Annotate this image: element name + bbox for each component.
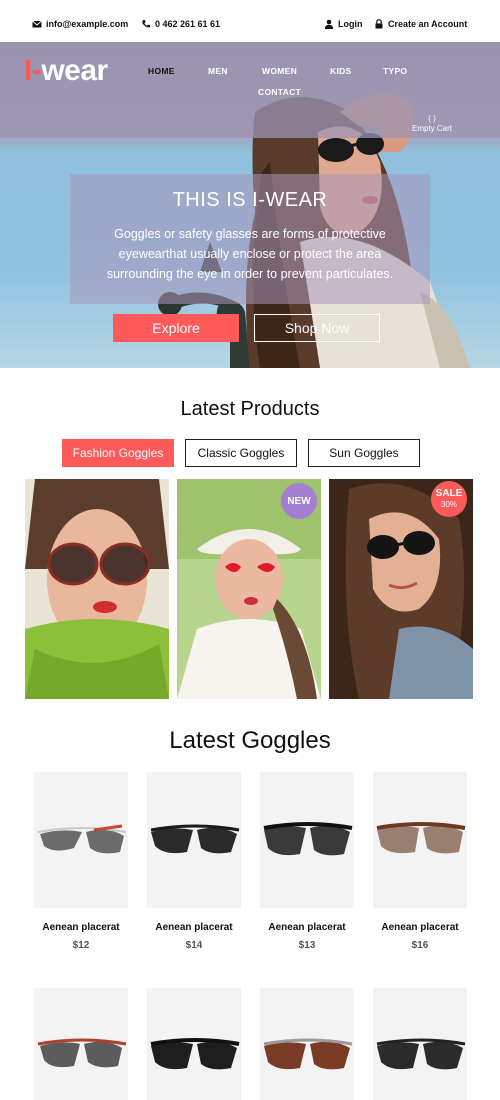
goggle-thumb — [373, 988, 467, 1100]
goggle-price: $12 — [72, 940, 90, 951]
sale-badge-text: SALE — [435, 488, 463, 499]
hero-text: Goggles or safety glasses are forms of p… — [106, 227, 394, 281]
nav-women[interactable]: WOMEN — [262, 66, 297, 76]
shop-now-button[interactable]: Shop Now — [254, 314, 380, 342]
hero: I- wear HOME MEN WOMEN KIDS TYPO CONTACT… — [0, 42, 500, 368]
lock-icon — [375, 19, 383, 29]
sale-badge: SALE 30% — [431, 481, 467, 517]
create-account-text: Create an Account — [388, 19, 468, 29]
goggle-thumb — [34, 772, 128, 908]
goggle-card[interactable] — [147, 988, 241, 1100]
goggle-card[interactable] — [260, 988, 354, 1100]
sale-badge-percent: 30% — [440, 500, 457, 509]
product-image — [25, 479, 169, 699]
goggle-price: $16 — [411, 940, 429, 951]
product-photo-new[interactable]: NEW — [177, 479, 321, 699]
nav-kids[interactable]: KIDS — [330, 66, 352, 76]
email-text: info@example.com — [46, 19, 129, 29]
goggle-name[interactable]: Aenean placerat — [363, 922, 477, 933]
sunglasses-image — [263, 822, 353, 856]
nav-men[interactable]: MEN — [208, 66, 228, 76]
goggle-name[interactable]: Aenean placerat — [137, 922, 251, 933]
goggle-thumb — [260, 772, 354, 908]
sunglasses-image — [37, 824, 127, 854]
top-bar: info@example.com 0 462 261 61 61 Login C… — [0, 0, 500, 42]
goggle-card[interactable] — [373, 988, 467, 1100]
latest-goggles-title: Latest Goggles — [169, 727, 331, 754]
goggle-card[interactable]: Aenean placerat $12 — [34, 772, 128, 951]
phone-icon — [142, 20, 150, 28]
goggle-card[interactable]: Aenean placerat $13 — [260, 772, 354, 951]
cart-icon: ( ) — [428, 114, 436, 123]
goggle-thumb — [147, 772, 241, 908]
tab-classic-goggles[interactable]: Classic Goggles — [185, 439, 297, 467]
nav-contact[interactable]: CONTACT — [258, 87, 301, 97]
tab-fashion-goggles[interactable]: Fashion Goggles — [62, 439, 174, 467]
phone-text: 0 462 261 61 61 — [155, 19, 221, 29]
goggle-thumb — [147, 988, 241, 1100]
goggle-name[interactable]: Aenean placerat — [24, 922, 138, 933]
phone-link[interactable]: 0 462 261 61 61 — [141, 19, 220, 29]
hero-banner: THIS IS I-WEAR Goggles or safety glasses… — [70, 174, 430, 304]
goggle-thumb — [34, 988, 128, 1100]
goggle-price: $14 — [185, 940, 203, 951]
logo-mark: I- — [24, 54, 42, 87]
goggle-thumb — [260, 988, 354, 1100]
goggle-card[interactable]: Aenean placerat $14 — [147, 772, 241, 951]
logo-text: wear — [41, 54, 108, 87]
create-account-link[interactable]: Create an Account — [374, 19, 467, 29]
goggle-name[interactable]: Aenean placerat — [250, 922, 364, 933]
login-text: Login — [338, 19, 363, 29]
goggle-price: $13 — [298, 940, 316, 951]
new-badge-text: NEW — [287, 495, 311, 507]
sunglasses-image — [376, 822, 466, 854]
sunglasses-image — [37, 1038, 127, 1068]
goggle-thumb — [373, 772, 467, 908]
product-photo-sale[interactable]: SALE 30% — [329, 479, 473, 699]
nav-home[interactable]: HOME — [148, 66, 175, 76]
envelope-icon — [32, 20, 42, 28]
logo[interactable]: I- wear — [24, 54, 108, 88]
goggle-card[interactable] — [34, 988, 128, 1100]
cart-link[interactable]: ( ) Empty Cart — [412, 114, 452, 133]
goggle-card[interactable]: Aenean placerat $16 — [373, 772, 467, 951]
email-link[interactable]: info@example.com — [32, 19, 128, 29]
tab-sun-goggles[interactable]: Sun Goggles — [308, 439, 420, 467]
sunglasses-image — [150, 824, 240, 854]
login-link[interactable]: Login — [324, 19, 363, 29]
user-icon — [324, 19, 334, 29]
product-photo-fashion[interactable] — [25, 479, 169, 699]
cart-label: Empty Cart — [412, 124, 453, 133]
hero-title: THIS IS I-WEAR — [172, 189, 328, 211]
sunglasses-image — [263, 1038, 353, 1070]
sunglasses-image — [150, 1038, 240, 1070]
nav-typo[interactable]: TYPO — [383, 66, 407, 76]
latest-products-title: Latest Products — [180, 398, 320, 420]
explore-button[interactable]: Explore — [113, 314, 239, 342]
sunglasses-image — [376, 1038, 466, 1070]
new-badge: NEW — [281, 483, 317, 519]
